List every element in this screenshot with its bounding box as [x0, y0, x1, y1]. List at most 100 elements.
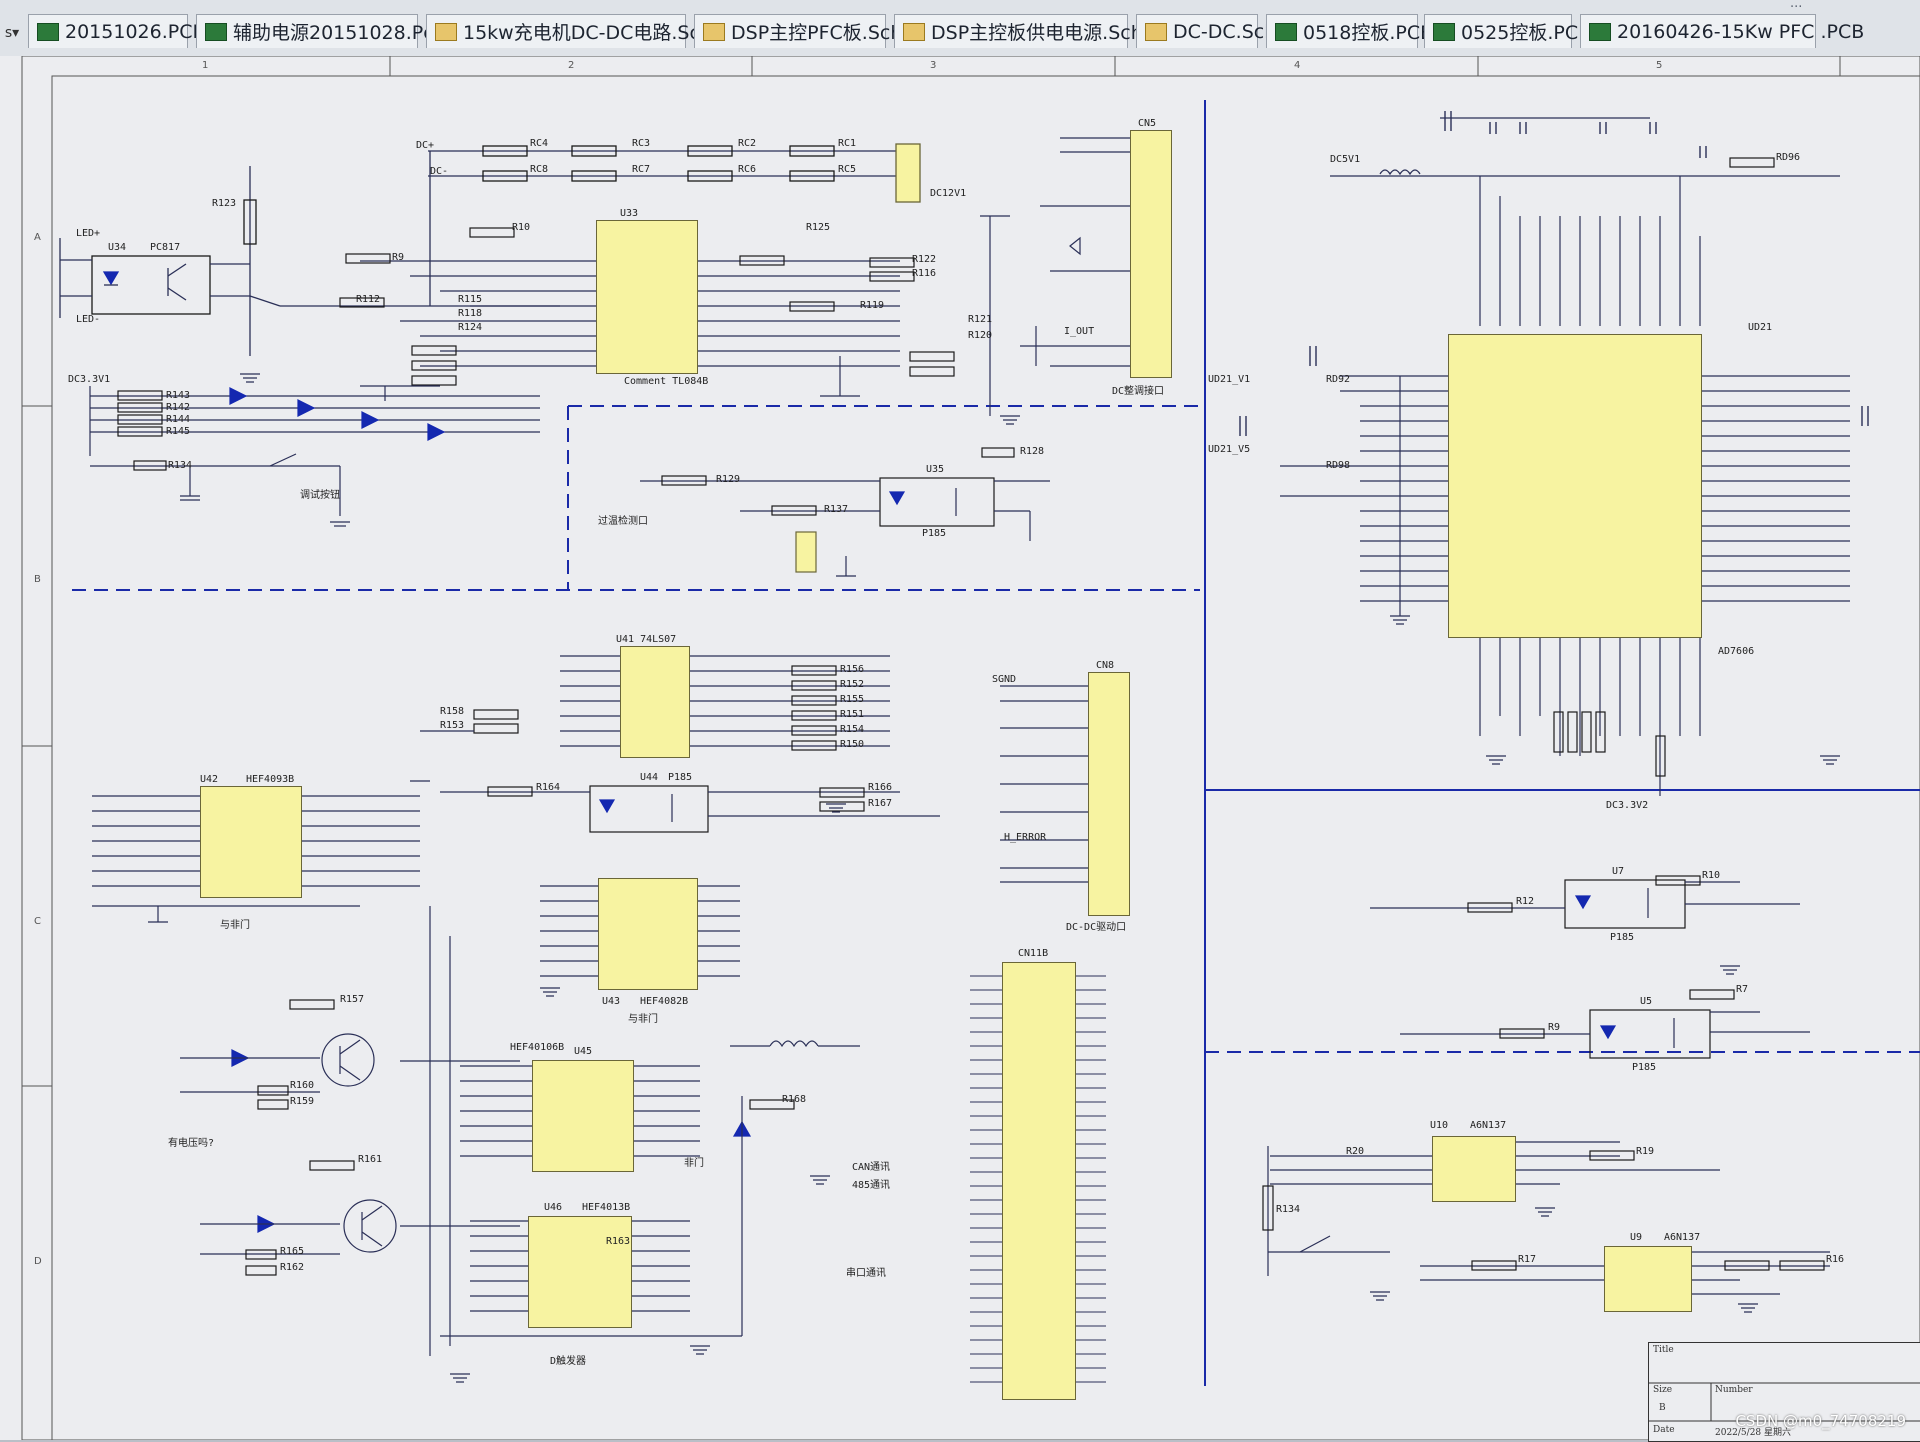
resistor-ref: R165 [280, 1246, 305, 1257]
tab-label: 20160426-15Kw PFC .PCB [1617, 20, 1865, 43]
tab-label: 20151026.PCB [65, 20, 206, 43]
chip-u45-hef40106b[interactable] [532, 1060, 634, 1172]
resistor-ref: R137 [824, 504, 849, 515]
net-led-minus: LED- [76, 314, 101, 325]
chip-u10-ref: U10 [1430, 1120, 1449, 1131]
tab-aux-power-pcb[interactable]: 辅助电源20151028.Pcb [196, 14, 446, 48]
net-h-error: H_ERROR [1004, 832, 1047, 843]
tab-label: 0518控板.PCB [1303, 22, 1434, 44]
tab-dc-dc-sch[interactable]: DC-DC.Sch [1136, 14, 1276, 48]
connector-cn8-ref: CN8 [1096, 660, 1115, 671]
chip-ud21-ref: UD21 [1748, 322, 1773, 333]
chip-u41-ref: U41 74LS07 [616, 634, 677, 645]
annotation-can: CAN通讯 [852, 1162, 891, 1173]
net-ud21-v5: UD21_V5 [1208, 444, 1251, 455]
chip-u33-tl084b[interactable] [596, 220, 698, 374]
tab-20151026-pcb[interactable]: 20151026.PCB [28, 14, 206, 48]
schematic-sheet[interactable]: U33 Comment TL084B CN5 DC整调接口 U41 74LS07… [0, 56, 1920, 1442]
resistor-ref: RC2 [738, 138, 757, 149]
resistor-ref: R134 [168, 460, 193, 471]
tab-20160426-pfc-pcb[interactable]: 20160426-15Kw PFC .PCB [1580, 14, 1864, 48]
resistor-ref: R143 [166, 390, 191, 401]
tab-dsp-pfc-sch[interactable]: DSP主控PFC板.Sch [694, 14, 902, 48]
schematic-file-icon [703, 22, 725, 41]
chip-u42-hef4093b[interactable] [200, 786, 302, 898]
net-dc-plus: DC+ [416, 140, 435, 151]
zone-col-2: 2 [568, 60, 575, 71]
resistor-ref: R116 [912, 268, 937, 279]
resistor-ref: R9 [1548, 1022, 1561, 1033]
resistor-ref: RD96 [1776, 152, 1801, 163]
tab-list-dropdown[interactable]: s ▾ [0, 18, 24, 48]
connector-cn11b[interactable] [1002, 962, 1076, 1400]
title-block-title-label: Title [1653, 1345, 1674, 1355]
chip-u9-a6n137[interactable] [1604, 1246, 1692, 1312]
tab-0525-pcb[interactable]: 0525控板.PCB [1424, 14, 1591, 48]
resistor-ref: R155 [840, 694, 865, 705]
resistor-ref: RC3 [632, 138, 651, 149]
connector-cn8[interactable] [1088, 672, 1130, 916]
right-optocouplers [1370, 875, 1810, 1059]
resistor-ref: R144 [166, 414, 191, 425]
schematic-file-icon [435, 22, 457, 41]
status-led-array [89, 386, 540, 527]
zone-col-4: 4 [1294, 60, 1301, 71]
opto-u7-ref: U7 [1612, 866, 1625, 877]
tab-label: DSP主控PFC板.Sch [731, 22, 903, 44]
chip-u9-ref: U9 [1630, 1232, 1643, 1243]
chip-u43-hef4082b[interactable] [598, 878, 698, 990]
annotation-485: 485通讯 [852, 1180, 891, 1191]
opto-u34-ref: U34 [108, 242, 127, 253]
chip-u33-ref: U33 [620, 208, 639, 219]
title-block-size-label: Size [1653, 1385, 1673, 1395]
connector-cn5-ref: CN5 [1138, 118, 1157, 129]
resistor-ref: R20 [1346, 1146, 1365, 1157]
resistor-ref: R12 [1516, 896, 1535, 907]
chip-ud21-part: AD7606 [1718, 646, 1755, 657]
resistor-ref: RD98 [1326, 460, 1351, 471]
opto-u5-part: P185 [1632, 1062, 1657, 1073]
annotation-serial: 串口通讯 [846, 1268, 886, 1279]
title-block-number-label: Number [1715, 1385, 1753, 1395]
resistor-ref: R161 [358, 1154, 383, 1165]
tab-scroll-controls[interactable]: ··· [1790, 0, 1802, 20]
connector-cn5[interactable] [1130, 130, 1172, 378]
annotation-nand: 非门 [684, 1158, 704, 1169]
zone-row-b: B [34, 574, 41, 585]
opto-u44-ref: U44 [640, 772, 659, 783]
chip-ud21-ad7606[interactable] [1448, 334, 1702, 638]
chip-u42-caption: 与非门 [220, 920, 250, 931]
watermark-text: CSDN @m0_74708219 [1735, 1412, 1906, 1430]
tab-0518-pcb[interactable]: 0518控板.PCB [1266, 14, 1433, 48]
chip-u46-hef4013b[interactable] [528, 1216, 632, 1328]
resistor-ref: R150 [840, 739, 865, 750]
resistor-ref: R142 [166, 402, 191, 413]
resistor-ref: R125 [806, 222, 831, 233]
chip-u43-caption: 与非门 [628, 1014, 658, 1025]
resistor-ref: R129 [716, 474, 741, 485]
resistor-ref: R159 [290, 1096, 315, 1107]
chip-u45-part: HEF40106B [510, 1042, 565, 1053]
resistor-ref: R168 [782, 1094, 807, 1105]
resistor-ref: R153 [440, 720, 465, 731]
annotation-test-switch: 调试按钮 [300, 490, 340, 501]
chip-u41-74ls07[interactable] [620, 646, 690, 758]
bottom-right-optocouplers [1262, 1141, 1830, 1295]
chip-u46-ref: U46 [544, 1202, 563, 1213]
resistor-ref: R162 [280, 1262, 305, 1273]
zone-col-1: 1 [202, 60, 209, 71]
resistor-ref: R164 [536, 782, 561, 793]
opto-u35-ref: U35 [926, 464, 945, 475]
tab-15kw-dcdc-sch[interactable]: 15kw充电机DC-DC电路.Sch [426, 14, 712, 48]
tab-dsp-power-sch[interactable]: DSP主控板供电电源.Sch [894, 14, 1143, 48]
net-dc-minus: DC- [430, 166, 449, 177]
chip-u42-part: HEF4093B [246, 774, 295, 785]
chip-u10-part: A6N137 [1470, 1120, 1507, 1131]
opto-u7-part: P185 [1610, 932, 1635, 943]
resistor-ref: R167 [868, 798, 893, 809]
chip-u10-a6n137[interactable] [1432, 1136, 1516, 1202]
resistor-ref: R115 [458, 294, 483, 305]
tab-list-dropdown-label: s [4, 25, 13, 41]
pcb-file-icon [1275, 22, 1297, 41]
u45-u46-wiring [440, 1040, 860, 1337]
